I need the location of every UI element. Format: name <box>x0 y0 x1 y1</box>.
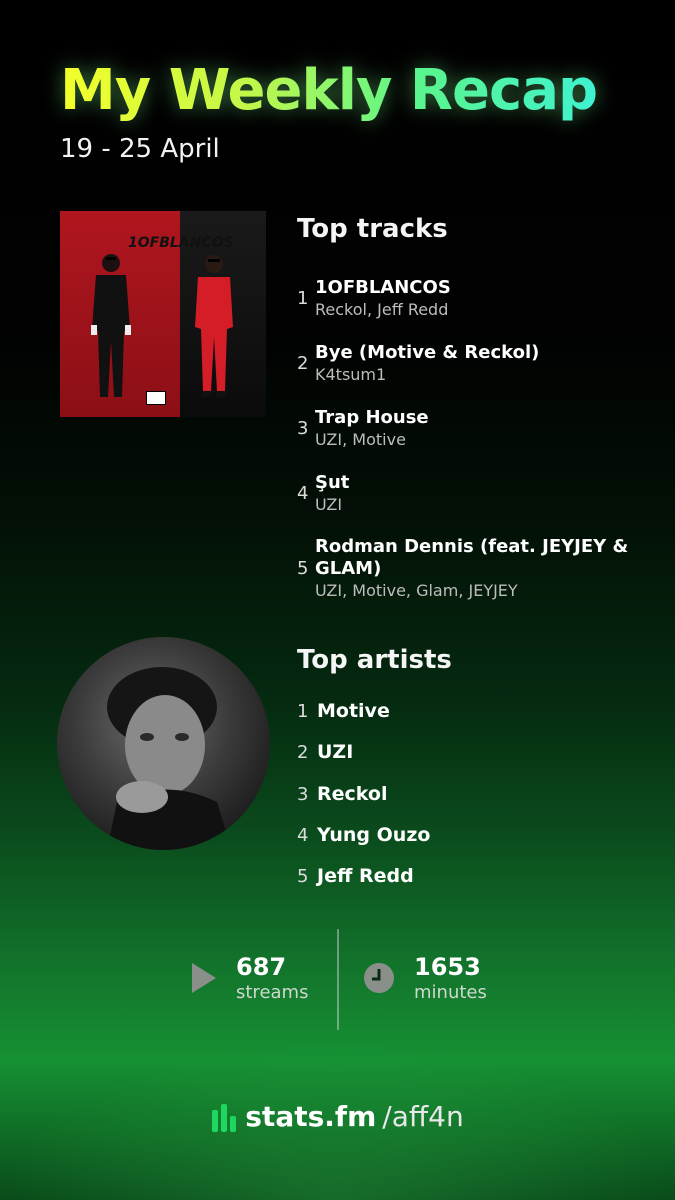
track-rank: 3 <box>297 418 309 439</box>
artist-name: Jeff Redd <box>317 865 414 888</box>
top-track-album-art[interactable]: 1OFBLANCOS <box>60 211 266 417</box>
track-item[interactable]: 1 1OFBLANCOS Reckol, Jeff Redd <box>297 272 657 325</box>
top-tracks-list: 1 1OFBLANCOS Reckol, Jeff Redd 2 Bye (Mo… <box>297 272 657 616</box>
artist-item[interactable]: 3 Reckol <box>297 783 430 824</box>
parental-advisory-icon <box>146 391 166 405</box>
track-name: 1OFBLANCOS <box>315 277 451 298</box>
artist-name: Yung Ouzo <box>317 823 431 846</box>
artist-rank: 2 <box>297 742 309 764</box>
artist-name: Reckol <box>317 782 388 805</box>
artist-item[interactable]: 4 Yung Ouzo <box>297 824 430 865</box>
album-art-logo: 1OFBLANCOS <box>128 235 234 251</box>
track-name: Trap House <box>315 407 429 428</box>
top-artists-heading: Top artists <box>297 645 452 675</box>
track-item[interactable]: 4 Şut UZI <box>297 467 657 520</box>
track-artist: UZI <box>315 495 343 514</box>
page-title: My Weekly Recap <box>60 58 598 123</box>
track-item[interactable]: 5 Rodman Dennis (feat. JEYJEY & GLAM) UZ… <box>297 532 657 604</box>
streams-label: streams <box>236 982 309 1003</box>
track-name: Bye (Motive & Reckol) <box>315 342 540 363</box>
top-tracks-heading: Top tracks <box>297 214 448 244</box>
track-rank: 4 <box>297 483 309 504</box>
track-artist: UZI, Motive, Glam, JEYJEY <box>315 580 518 600</box>
figure-in-red-suit <box>195 255 233 397</box>
clock-icon <box>364 963 394 993</box>
top-artist-photo[interactable] <box>57 637 270 850</box>
artist-rank: 1 <box>297 701 309 722</box>
track-artist: Reckol, Jeff Redd <box>315 300 449 319</box>
track-artist: UZI, Motive <box>315 430 406 449</box>
figure-in-black-suit <box>91 254 131 397</box>
artist-rank: 3 <box>297 783 309 805</box>
artist-rank: 4 <box>297 824 309 846</box>
track-artist: K4tsum1 <box>315 365 387 384</box>
streams-stat: 687 streams <box>190 952 308 1004</box>
track-rank: 1 <box>297 288 309 309</box>
track-item[interactable]: 2 Bye (Motive & Reckol) K4tsum1 <box>297 337 657 390</box>
artist-item[interactable]: 2 UZI <box>297 741 430 782</box>
play-icon <box>192 963 216 993</box>
minutes-label: minutes <box>414 982 487 1003</box>
track-item[interactable]: 3 Trap House UZI, Motive <box>297 402 657 455</box>
footer-brand[interactable]: stats.fm / aff4n <box>0 1100 675 1133</box>
date-range: 19 - 25 April <box>60 134 220 164</box>
artist-name: Motive <box>317 700 390 722</box>
artist-rank: 5 <box>297 866 309 888</box>
track-rank: 5 <box>297 557 309 579</box>
streams-count: 687 <box>236 953 287 981</box>
bars-logo-icon <box>212 1103 237 1132</box>
track-name: Şut <box>315 472 350 493</box>
brand-name: stats.fm <box>245 1100 377 1133</box>
artist-name: UZI <box>317 741 354 764</box>
track-rank: 2 <box>297 353 309 374</box>
footer-separator: / <box>382 1100 392 1133</box>
track-name: Rodman Dennis (feat. JEYJEY & GLAM) <box>315 535 629 579</box>
artist-item[interactable]: 1 Motive <box>297 700 430 741</box>
minutes-stat: 1653 minutes <box>362 952 487 1004</box>
minutes-count: 1653 <box>414 953 481 981</box>
footer-username: aff4n <box>391 1100 464 1133</box>
artist-item[interactable]: 5 Jeff Redd <box>297 865 430 906</box>
stats-divider <box>337 929 339 1030</box>
artist-portrait <box>107 667 232 850</box>
top-artists-list: 1 Motive 2 UZI 3 Reckol 4 Yung Ouzo 5 Je… <box>297 700 430 906</box>
